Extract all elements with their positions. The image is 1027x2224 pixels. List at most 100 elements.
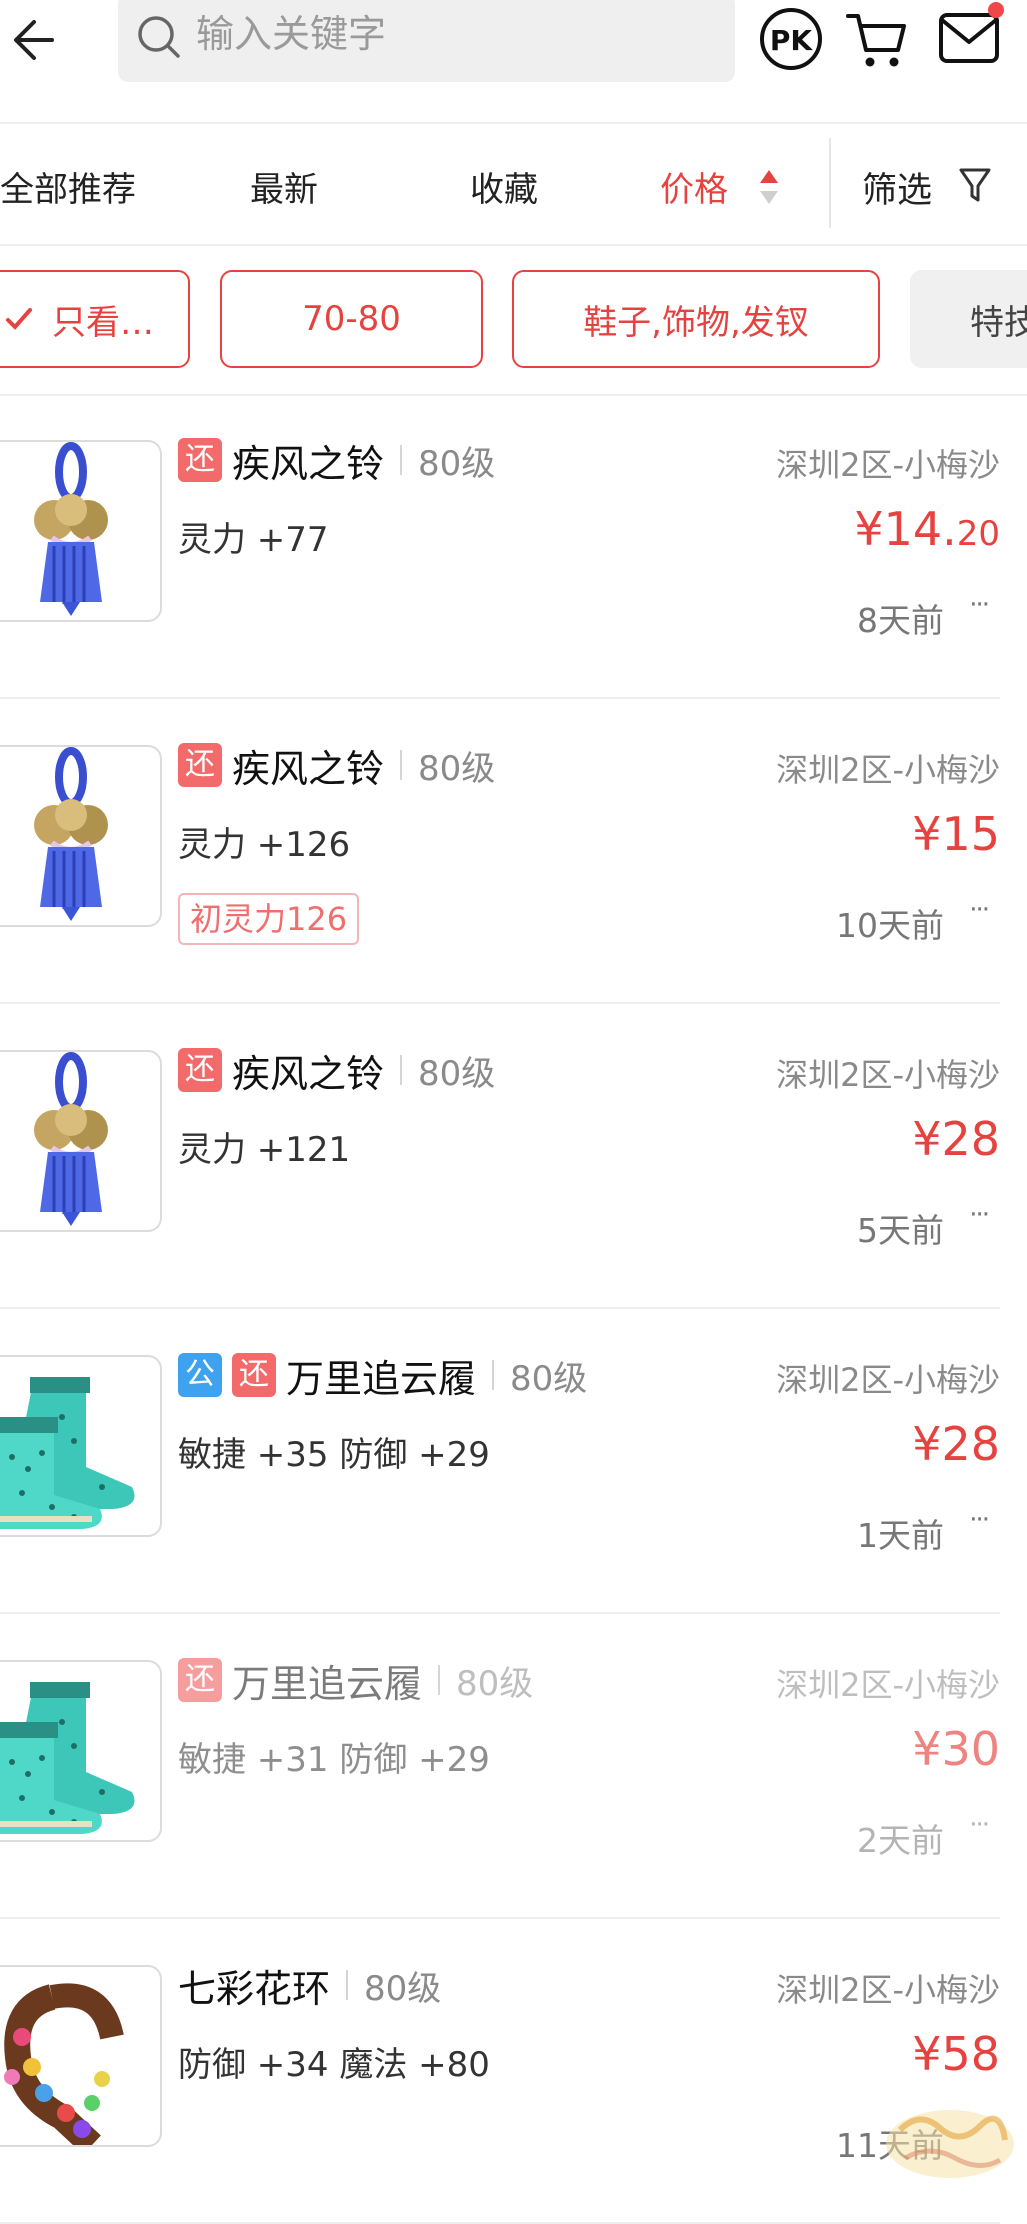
return-tag: 还 bbox=[232, 1353, 276, 1397]
item-listed-time: 8天前 bbox=[857, 601, 944, 640]
list-item[interactable]: 还 疾风之铃 80级 深圳2区-小梅沙 灵力 +77 ¥14.20 8天前 ··… bbox=[0, 394, 1000, 699]
cart-icon[interactable] bbox=[846, 10, 910, 70]
item-server: 深圳2区-小梅沙 bbox=[776, 1971, 1000, 2009]
item-image[interactable] bbox=[0, 440, 162, 622]
chip-only-view[interactable]: 只看… bbox=[0, 270, 190, 368]
chip-equipment-type[interactable]: 鞋子,饰物,发钗 bbox=[512, 270, 880, 368]
item-server: 深圳2区-小梅沙 bbox=[776, 751, 1000, 789]
list-item[interactable]: 七彩花环 80级 深圳2区-小梅沙 防御 +34 魔法 +80 ¥58 11天前 bbox=[0, 1919, 1000, 2224]
list-item[interactable]: 还 疾风之铃 80级 深圳2区-小梅沙 灵力 +121 ¥28 5天前 ··· bbox=[0, 1004, 1000, 1309]
flower-wreath-icon bbox=[4, 1983, 124, 2145]
divider bbox=[346, 1970, 349, 2000]
item-attributes: 灵力 +77 bbox=[178, 520, 329, 560]
item-level: 80级 bbox=[418, 748, 496, 789]
top-bar: 输入关键字 PK bbox=[0, 0, 1027, 124]
divider bbox=[400, 445, 403, 475]
item-image[interactable] bbox=[0, 745, 162, 927]
return-tag: 还 bbox=[178, 1048, 222, 1092]
bell-icon bbox=[34, 442, 108, 616]
chip-label: 鞋子,饰物,发钗 bbox=[583, 302, 809, 343]
more-options-icon[interactable]: ··· bbox=[969, 895, 990, 925]
sort-recommend[interactable]: 全部推荐 bbox=[0, 162, 136, 211]
funnel-icon[interactable] bbox=[958, 166, 992, 206]
item-image[interactable] bbox=[0, 1965, 162, 2147]
back-arrow-icon[interactable] bbox=[8, 12, 64, 68]
pk-icon[interactable]: PK bbox=[758, 6, 824, 72]
item-title-row: 还 疾风之铃 80级 bbox=[178, 739, 495, 791]
divider bbox=[400, 1055, 403, 1085]
item-level: 80级 bbox=[510, 1358, 588, 1399]
return-tag: 还 bbox=[178, 438, 222, 482]
chip-label: 只看… bbox=[52, 302, 154, 343]
item-price: ¥14.20 bbox=[854, 502, 1000, 556]
search-input[interactable]: 输入关键字 bbox=[118, 0, 735, 82]
boots-icon bbox=[0, 1682, 135, 1834]
return-tag: 还 bbox=[178, 1658, 222, 1702]
sort-price[interactable]: 价格 bbox=[660, 162, 728, 211]
filter-button[interactable]: 筛选 bbox=[862, 162, 932, 213]
pk-label: PK bbox=[770, 24, 814, 57]
item-image[interactable] bbox=[0, 1355, 162, 1537]
item-title-row: 公还 万里追云履 80级 bbox=[178, 1349, 587, 1401]
item-image[interactable] bbox=[0, 1050, 162, 1232]
more-options-icon[interactable]: ··· bbox=[969, 590, 990, 620]
divider bbox=[492, 1360, 495, 1390]
price-main: ¥30 bbox=[912, 1722, 1000, 1776]
item-price: ¥28 bbox=[912, 1417, 1000, 1471]
item-server: 深圳2区-小梅沙 bbox=[776, 1666, 1000, 1704]
initial-stat-badge: 初灵力126 bbox=[178, 893, 360, 945]
price-main: ¥28 bbox=[912, 1112, 1000, 1166]
item-price: ¥30 bbox=[912, 1722, 1000, 1776]
item-server: 深圳2区-小梅沙 bbox=[776, 1361, 1000, 1399]
chip-level-range[interactable]: 70-80 bbox=[220, 270, 483, 368]
list-item[interactable]: 公还 万里追云履 80级 深圳2区-小梅沙 敏捷 +35 防御 +29 ¥28 … bbox=[0, 1309, 1000, 1614]
watermark-logo bbox=[886, 2110, 1014, 2178]
item-name: 疾风之铃 bbox=[232, 746, 385, 791]
price-main: ¥58 bbox=[912, 2027, 1000, 2081]
boots-icon bbox=[0, 1377, 135, 1529]
item-attributes: 防御 +34 魔法 +80 bbox=[178, 2045, 490, 2085]
bell-icon bbox=[34, 1052, 108, 1226]
chip-special-skill[interactable]: 特技 bbox=[910, 270, 1027, 368]
chip-label: 70-80 bbox=[302, 299, 401, 339]
bell-icon bbox=[34, 747, 108, 921]
mail-icon[interactable] bbox=[938, 12, 1000, 64]
sort-favorites[interactable]: 收藏 bbox=[470, 162, 538, 211]
item-name: 疾风之铃 bbox=[232, 1051, 385, 1096]
item-level: 80级 bbox=[456, 1663, 534, 1704]
item-title-row: 还 万里追云履 80级 bbox=[178, 1654, 533, 1706]
sort-newest[interactable]: 最新 bbox=[250, 162, 318, 211]
price-main: ¥28 bbox=[912, 1417, 1000, 1471]
item-level: 80级 bbox=[418, 443, 496, 484]
item-level: 80级 bbox=[364, 1968, 442, 2009]
filter-chip-row: 只看… 70-80 鞋子,饰物,发钗 特技 bbox=[0, 246, 1027, 396]
notification-dot bbox=[988, 2, 1004, 18]
more-options-icon[interactable]: ··· bbox=[969, 1200, 990, 1230]
search-icon bbox=[138, 16, 180, 58]
item-image[interactable] bbox=[0, 1660, 162, 1842]
chip-label: 特技 bbox=[970, 302, 1027, 343]
item-price: ¥28 bbox=[912, 1112, 1000, 1166]
more-options-icon[interactable]: ··· bbox=[969, 1810, 990, 1840]
divider bbox=[829, 138, 831, 228]
item-attributes: 敏捷 +31 防御 +29 bbox=[178, 1740, 490, 1780]
list-item[interactable]: 还 万里追云履 80级 深圳2区-小梅沙 敏捷 +31 防御 +29 ¥30 2… bbox=[0, 1614, 1000, 1919]
item-listed-time: 1天前 bbox=[857, 1516, 944, 1555]
item-server: 深圳2区-小梅沙 bbox=[776, 1056, 1000, 1094]
price-cents: 20 bbox=[956, 514, 1000, 554]
item-listed-time: 5天前 bbox=[857, 1211, 944, 1250]
item-title-row: 还 疾风之铃 80级 bbox=[178, 1044, 495, 1096]
item-title-row: 还 疾风之铃 80级 bbox=[178, 434, 495, 486]
more-options-icon[interactable]: ··· bbox=[969, 1505, 990, 1535]
sort-direction-icon bbox=[760, 170, 778, 204]
list-item[interactable]: 还 疾风之铃 80级 深圳2区-小梅沙 灵力 +126 ¥15 初灵力126 1… bbox=[0, 699, 1000, 1004]
price-main: ¥15 bbox=[912, 807, 1000, 861]
item-price: ¥15 bbox=[912, 807, 1000, 861]
divider bbox=[400, 750, 403, 780]
checkmark-icon bbox=[6, 308, 32, 330]
search-placeholder: 输入关键字 bbox=[196, 12, 387, 56]
item-attributes: 灵力 +126 bbox=[178, 825, 351, 865]
item-name: 万里追云履 bbox=[232, 1661, 423, 1706]
item-server: 深圳2区-小梅沙 bbox=[776, 446, 1000, 484]
item-title-row: 七彩花环 80级 bbox=[178, 1959, 441, 2011]
